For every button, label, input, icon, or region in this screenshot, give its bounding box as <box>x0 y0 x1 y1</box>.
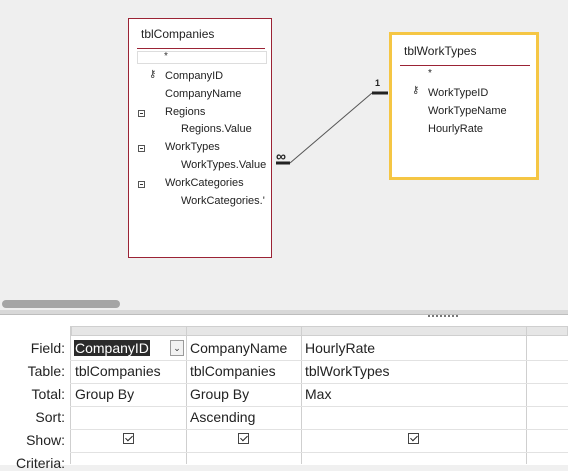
grid-row-line <box>70 429 568 430</box>
grid-row-line <box>70 452 568 453</box>
grid-row-line <box>70 383 568 384</box>
column-selector[interactable] <box>71 326 187 336</box>
table-cell[interactable]: tblCompanies <box>75 363 161 379</box>
primary-key-icon: ⚷ <box>412 85 420 96</box>
row-label-sort: Sort: <box>35 409 65 425</box>
grid-col-line <box>526 326 527 464</box>
field-cell[interactable]: CompanyID <box>74 340 150 356</box>
show-checkbox[interactable] <box>123 433 134 444</box>
relationship-one-label: 1 <box>375 78 381 88</box>
field-cell-value[interactable]: CompanyID <box>74 340 150 356</box>
relationship-connector <box>289 92 373 164</box>
row-label-criteria: Criteria: <box>15 455 65 471</box>
column-selector[interactable] <box>526 326 568 336</box>
grid-col-line <box>301 326 302 464</box>
grid-row-line <box>70 360 568 361</box>
total-cell[interactable]: Group By <box>190 386 249 402</box>
field-hourlyrate[interactable]: HourlyRate <box>428 123 483 135</box>
total-cell[interactable]: Group By <box>75 386 134 402</box>
table-box-tblworktypes[interactable]: tblWorkTypes * ⚷ WorkTypeID WorkTypeName… <box>389 32 539 180</box>
table-cell[interactable]: tblWorkTypes <box>305 363 390 379</box>
show-checkbox[interactable] <box>408 433 419 444</box>
chevron-down-icon[interactable]: ⌄ <box>170 340 184 356</box>
horizontal-scrollbar-thumb[interactable] <box>2 300 120 308</box>
title-divider <box>400 65 530 66</box>
row-label-show: Show: <box>26 432 65 448</box>
field-cell[interactable]: HourlyRate <box>305 340 375 356</box>
sort-cell[interactable]: Ascending <box>190 409 255 425</box>
column-selector[interactable] <box>186 326 302 336</box>
row-label-field: Field: <box>30 340 65 356</box>
column-selector[interactable] <box>301 326 527 336</box>
field-all-star[interactable]: * <box>428 68 432 79</box>
relationship-many-label: ∞ <box>276 148 286 164</box>
grid-col-line <box>70 326 71 464</box>
grid-col-line <box>186 326 187 464</box>
row-label-total: Total: <box>31 386 65 402</box>
splitter-grip-icon[interactable] <box>428 315 458 320</box>
field-worktypename[interactable]: WorkTypeName <box>428 105 507 117</box>
row-label-table: Table: <box>27 363 65 379</box>
table-title: tblWorkTypes <box>404 44 477 58</box>
show-checkbox[interactable] <box>238 433 249 444</box>
field-cell[interactable]: CompanyName <box>190 340 287 356</box>
query-diagram-pane[interactable]: tblCompanies * ⚷ CompanyID CompanyName R… <box>0 0 568 310</box>
field-worktypeid[interactable]: WorkTypeID <box>428 87 488 99</box>
grid-row-line <box>70 406 568 407</box>
table-cell[interactable]: tblCompanies <box>190 363 276 379</box>
total-cell[interactable]: Max <box>305 386 331 402</box>
